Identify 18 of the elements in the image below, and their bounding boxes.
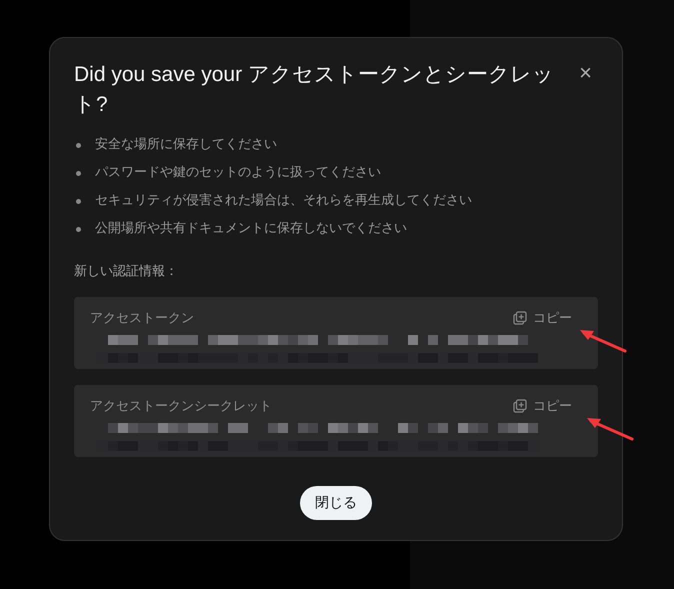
tip-text: パスワードや鍵のセットのように扱ってください (95, 164, 381, 182)
bullet-icon (76, 170, 81, 176)
copy-icon (513, 399, 527, 413)
copy-button[interactable]: コピー (513, 397, 582, 415)
copy-button[interactable]: コピー (513, 309, 582, 327)
close-button[interactable]: × (575, 62, 596, 84)
bullet-icon (76, 198, 81, 204)
bullet-icon (76, 142, 81, 148)
copy-icon (513, 311, 527, 325)
tip-text: セキュリティが侵害された場合は、それらを再生成してください (95, 192, 472, 210)
close-button[interactable]: 閉じる (300, 486, 372, 520)
tip-text: 公開場所や共有ドキュメントに保存しないでください (95, 220, 407, 238)
dialog-title: Did you save your アクセストークンとシークレット? (74, 62, 555, 118)
credential-label: アクセストークン (90, 310, 194, 327)
credential-label: アクセストークンシークレット (90, 398, 272, 415)
bullet-icon (76, 226, 81, 232)
section-label: 新しい認証情報： (74, 263, 179, 280)
tip-text: 安全な場所に保存してください (95, 136, 277, 154)
